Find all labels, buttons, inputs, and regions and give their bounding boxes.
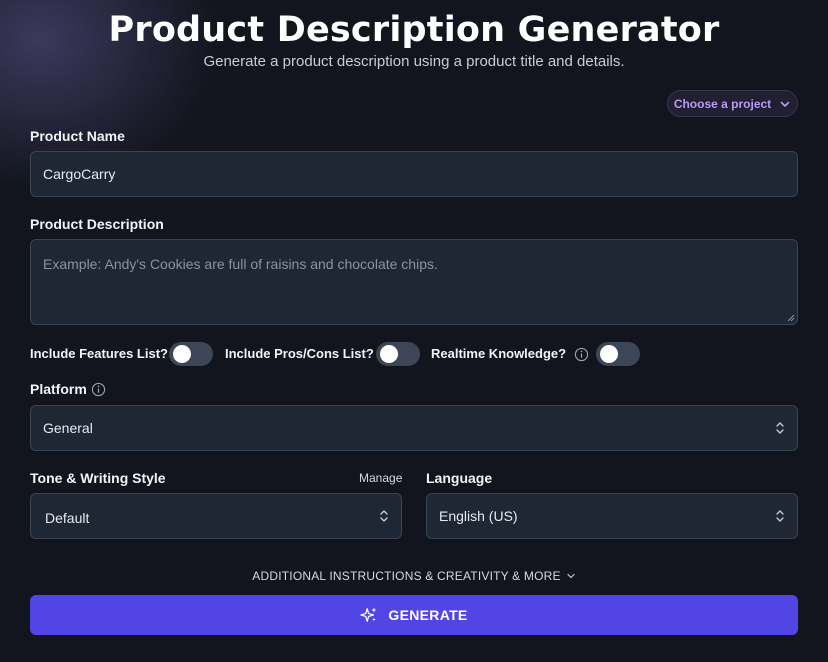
chevron-down-icon <box>567 573 575 579</box>
generate-label: GENERATE <box>388 607 468 623</box>
info-icon[interactable] <box>574 347 589 362</box>
pros-cons-label: Include Pros/Cons List? <box>225 346 374 361</box>
select-arrows-icon <box>776 422 784 434</box>
tone-value: Default <box>45 510 90 526</box>
sparkles-icon <box>360 607 378 622</box>
realtime-knowledge-label: Realtime Knowledge? <box>431 346 567 361</box>
page-title: Product Description Generator <box>108 10 720 50</box>
additional-options-label: ADDITIONAL INSTRUCTIONS & CREATIVITY & M… <box>252 569 561 583</box>
choose-project-label: Choose a project <box>673 96 772 111</box>
resize-handle-icon[interactable] <box>787 314 795 322</box>
choose-project-button[interactable]: Choose a project <box>667 90 798 117</box>
page-subtitle: Generate a product description using a p… <box>203 53 625 70</box>
info-icon[interactable] <box>91 382 106 397</box>
toggle-knob <box>380 345 398 363</box>
additional-options: ADDITIONAL INSTRUCTIONS & CREATIVITY & M… <box>0 569 828 583</box>
language-value: English (US) <box>439 508 518 524</box>
product-description-textarea[interactable]: Example: Andy's Cookies are full of rais… <box>30 239 798 325</box>
language-select[interactable]: English (US) <box>426 493 798 539</box>
toggle-knob <box>173 345 191 363</box>
features-list-toggle[interactable] <box>169 342 213 366</box>
tone-label: Tone & Writing Style <box>30 470 166 486</box>
product-name-input[interactable]: CargoCarry <box>30 151 798 197</box>
product-name-label: Product Name <box>30 128 125 144</box>
realtime-knowledge-toggle[interactable] <box>596 342 640 366</box>
platform-value: General <box>43 420 93 436</box>
manage-tones-link[interactable]: Manage <box>359 471 402 485</box>
platform-label: Platform <box>30 381 87 397</box>
additional-options-toggle[interactable]: ADDITIONAL INSTRUCTIONS & CREATIVITY & M… <box>252 569 575 583</box>
language-label: Language <box>426 470 493 486</box>
product-description-placeholder: Example: Andy's Cookies are full of rais… <box>43 256 438 272</box>
product-description-label: Product Description <box>30 216 164 232</box>
toggle-knob <box>600 345 618 363</box>
tone-select[interactable]: Default <box>30 493 402 539</box>
pros-cons-toggle[interactable] <box>376 342 420 366</box>
features-list-label: Include Features List? <box>30 346 168 361</box>
product-name-value: CargoCarry <box>43 166 116 182</box>
chevron-down-icon <box>780 101 790 107</box>
select-arrows-icon <box>380 510 388 522</box>
generate-button[interactable]: GENERATE <box>30 595 798 635</box>
platform-select[interactable]: General <box>30 405 798 451</box>
select-arrows-icon <box>776 510 784 522</box>
